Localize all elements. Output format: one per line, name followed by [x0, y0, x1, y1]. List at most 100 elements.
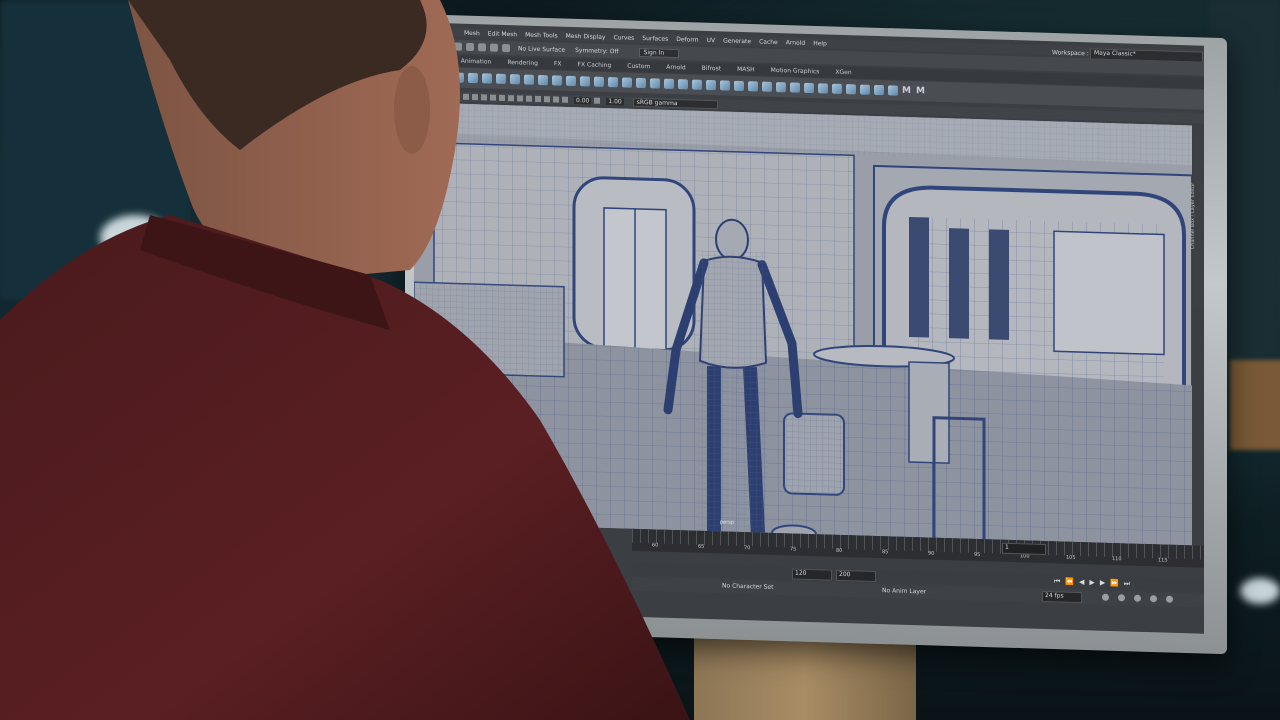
- menu-help[interactable]: Help: [813, 40, 827, 47]
- locator-icon[interactable]: [804, 82, 814, 94]
- hierarchy-icon[interactable]: [832, 83, 842, 94]
- group-icon[interactable]: [818, 83, 828, 94]
- lights-icon[interactable]: [490, 94, 496, 101]
- shelf-tab-rigging[interactable]: Rigging: [414, 56, 453, 65]
- parent-icon[interactable]: [650, 78, 660, 89]
- perspective-viewport[interactable]: [414, 102, 1192, 546]
- menu-mesh[interactable]: Mesh: [464, 29, 480, 36]
- paint-tool-icon[interactable]: [442, 42, 450, 51]
- gamma-field[interactable]: 1.00: [606, 97, 624, 106]
- range-end-field[interactable]: 200: [836, 569, 876, 582]
- autokey-icon[interactable]: [1150, 595, 1157, 603]
- anim-layer-dropdown[interactable]: No Anim Layer: [882, 587, 926, 595]
- grid-icon[interactable]: [544, 96, 550, 103]
- textured-icon[interactable]: [481, 94, 487, 101]
- cylinder-icon[interactable]: [510, 74, 520, 85]
- mirror-icon[interactable]: [846, 84, 856, 95]
- mel-script-icon-2[interactable]: M: [916, 86, 926, 96]
- step-back-key-icon[interactable]: ⏪: [1065, 578, 1074, 587]
- bind-icon[interactable]: [580, 76, 590, 87]
- character-set-dropdown[interactable]: No Character Set: [722, 582, 773, 591]
- snap-view-icon[interactable]: [490, 43, 498, 52]
- step-forward-icon[interactable]: ▶: [1100, 579, 1105, 588]
- aa-icon[interactable]: [517, 95, 523, 102]
- shelf-tab-custom[interactable]: Custom: [619, 62, 658, 71]
- live-surface-label[interactable]: No Live Surface: [518, 45, 565, 53]
- play-icon[interactable]: ▶: [1089, 578, 1094, 587]
- shelf-tab-rendering[interactable]: Rendering: [499, 59, 546, 67]
- step-forward-key-icon[interactable]: ⏩: [1110, 579, 1119, 588]
- lasso-tool-icon[interactable]: [430, 41, 438, 50]
- wrap-icon[interactable]: [748, 81, 758, 92]
- step-back-icon[interactable]: ◀: [1079, 578, 1084, 587]
- fps-dropdown[interactable]: 24 fps: [1042, 590, 1082, 604]
- menu-surfaces[interactable]: Surfaces: [642, 35, 668, 43]
- menu-cache[interactable]: Cache: [759, 38, 778, 46]
- isolate-icon[interactable]: [526, 95, 532, 102]
- aim-icon[interactable]: [706, 79, 716, 91]
- menu-deform[interactable]: Deform: [676, 36, 698, 44]
- cube-icon[interactable]: [496, 73, 506, 85]
- snap-point-icon[interactable]: [478, 43, 486, 52]
- go-to-end-icon[interactable]: ⏭: [1124, 579, 1130, 588]
- select-tool-icon[interactable]: [418, 41, 426, 50]
- shelf-tab-arnold[interactable]: Arnold: [658, 64, 693, 72]
- shelf-tab-mash[interactable]: MASH: [729, 66, 763, 74]
- prefs-icon[interactable]: [1166, 595, 1173, 603]
- hud-icon[interactable]: [553, 96, 559, 103]
- sphere-icon[interactable]: [482, 73, 492, 84]
- joint-tool-icon[interactable]: [454, 72, 464, 83]
- hammer-icon[interactable]: [874, 84, 884, 96]
- cluster-icon[interactable]: [608, 77, 618, 88]
- copy-weights-icon[interactable]: [888, 85, 898, 96]
- sculpt-icon[interactable]: [776, 82, 786, 93]
- menu-curves[interactable]: Curves: [613, 34, 634, 42]
- menu-arnold[interactable]: Arnold: [786, 39, 805, 47]
- curve-icon[interactable]: [790, 82, 800, 93]
- constraint-icon[interactable]: [636, 77, 646, 89]
- pole-vector-icon[interactable]: [720, 80, 730, 91]
- snap-curve-icon[interactable]: [466, 42, 474, 52]
- snap-surface-icon[interactable]: [502, 43, 510, 53]
- skin-icon[interactable]: [566, 75, 576, 87]
- channel-box-tab[interactable]: Channel Box / Layer Editor: [1190, 129, 1204, 310]
- go-to-start-icon[interactable]: ⏮: [1054, 577, 1060, 586]
- sign-in-button[interactable]: Sign In: [638, 47, 680, 58]
- shelf-tab-fx-caching[interactable]: FX Caching: [570, 61, 620, 69]
- snap-grid-icon[interactable]: [454, 42, 462, 51]
- shelf-tab-bifrost[interactable]: Bifrost: [694, 65, 729, 73]
- xray-icon[interactable]: [535, 95, 541, 103]
- ao-icon[interactable]: [508, 95, 514, 102]
- menu-edit-mesh[interactable]: Edit Mesh: [488, 30, 517, 38]
- orient-icon[interactable]: [678, 79, 688, 90]
- scale-icon[interactable]: [692, 79, 702, 90]
- range-start-field[interactable]: 120: [792, 568, 832, 581]
- cone-icon[interactable]: [524, 74, 534, 85]
- shadows-icon[interactable]: [499, 94, 505, 101]
- loop-icon[interactable]: [1102, 593, 1109, 601]
- point-constraint-icon[interactable]: [664, 78, 674, 89]
- ik-handle-icon[interactable]: [468, 72, 478, 84]
- lattice-icon[interactable]: [622, 77, 632, 88]
- wireframe-icon[interactable]: [463, 93, 469, 100]
- shelf-tab-fx[interactable]: FX: [546, 60, 570, 68]
- shelf-tab-xgen[interactable]: XGen: [827, 69, 859, 77]
- paint-weights-icon[interactable]: [860, 84, 870, 95]
- menu-uv[interactable]: UV: [707, 36, 716, 43]
- menu-mesh-display[interactable]: Mesh Display: [566, 32, 606, 40]
- shaded-icon[interactable]: [472, 93, 478, 101]
- exposure-field[interactable]: 0.00: [574, 96, 592, 105]
- sound-icon[interactable]: [1134, 594, 1141, 602]
- menu-generate[interactable]: Generate: [723, 37, 751, 45]
- symmetry-dropdown[interactable]: Symmetry: Off: [575, 47, 618, 55]
- camera-icon[interactable]: [454, 93, 460, 100]
- torus-icon[interactable]: [552, 75, 562, 86]
- blend-shape-icon[interactable]: [734, 80, 744, 92]
- color-space-dropdown[interactable]: sRGB gamma: [632, 97, 718, 109]
- weights-icon[interactable]: [594, 76, 604, 87]
- shelf-tab-animation[interactable]: Animation: [453, 57, 500, 66]
- current-frame-field[interactable]: 1: [1002, 542, 1046, 556]
- mel-script-icon[interactable]: M: [902, 86, 912, 96]
- plane-icon[interactable]: [538, 74, 548, 86]
- shelf-tab-motion-graphics[interactable]: Motion Graphics: [763, 67, 828, 76]
